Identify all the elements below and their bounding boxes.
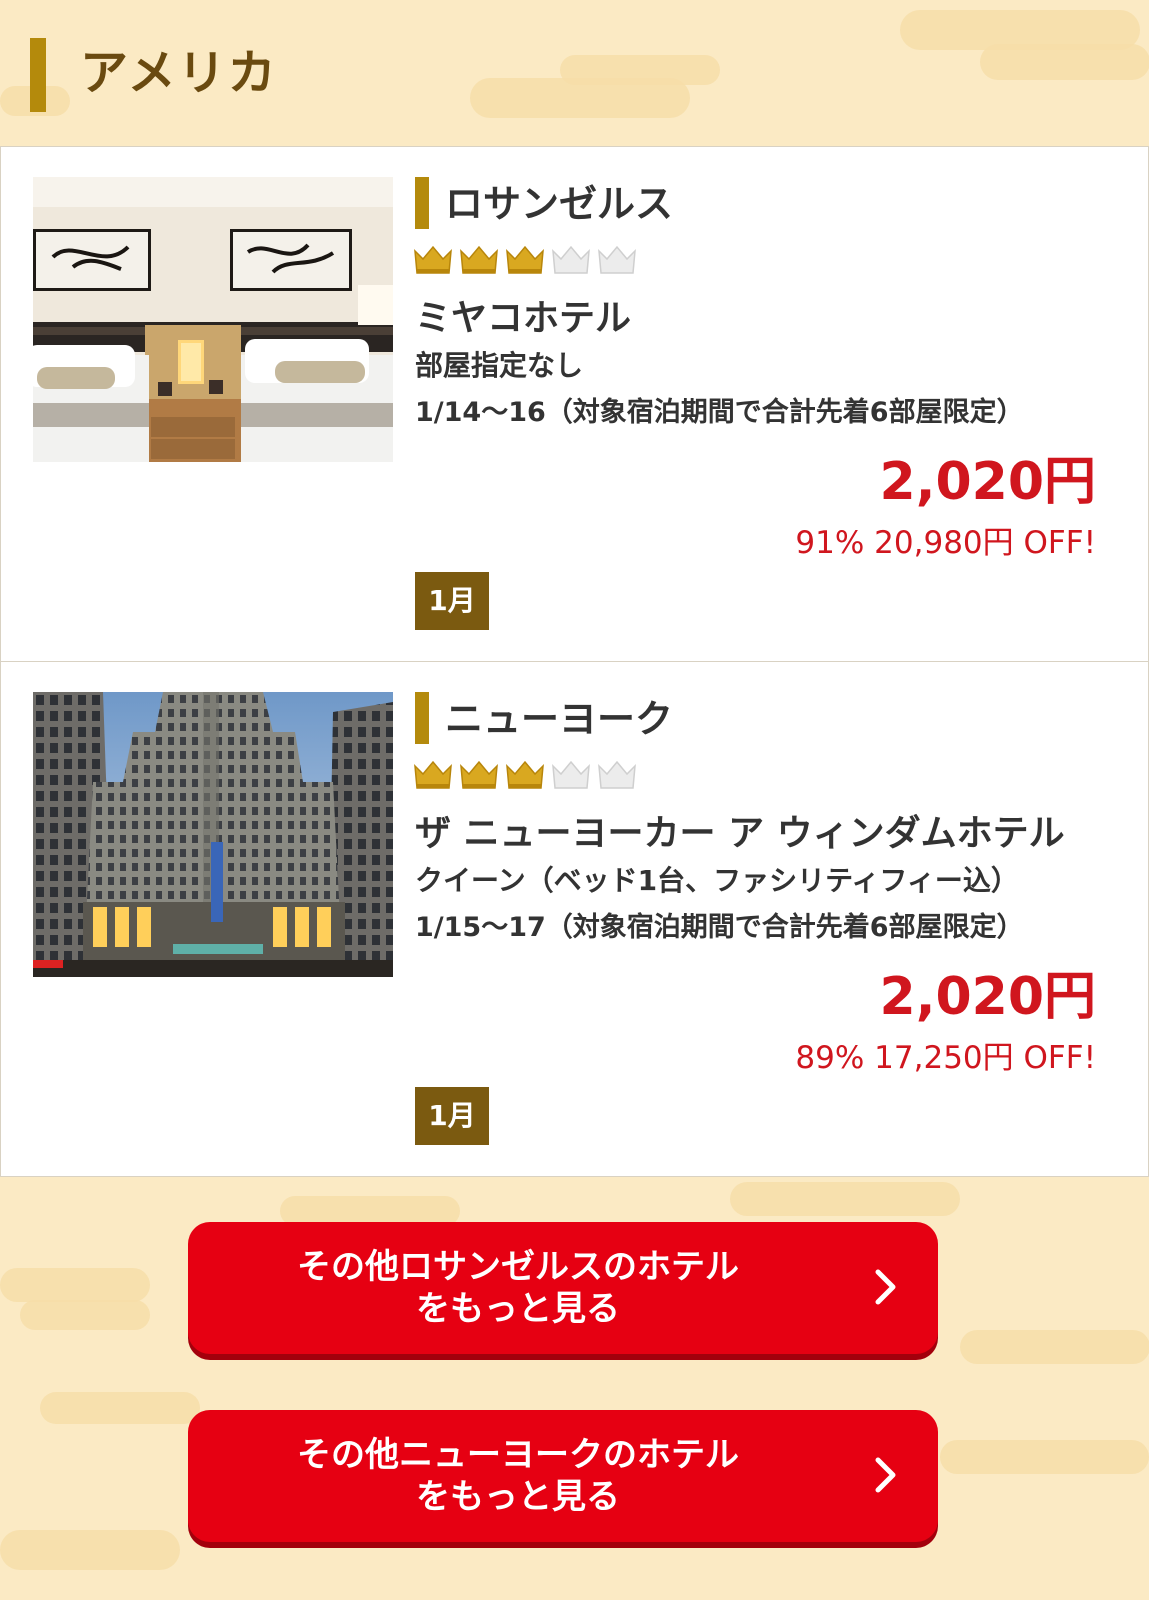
section-header: アメリカ <box>0 0 1149 146</box>
month-badge: 1月 <box>415 572 489 630</box>
section-title: アメリカ <box>80 45 278 101</box>
hotel-building-photo[interactable] <box>33 692 393 977</box>
chevron-right-icon <box>875 1269 896 1305</box>
crown-empty-icon <box>552 245 590 274</box>
crown-empty-icon <box>598 760 636 789</box>
hotel-name[interactable]: ミヤコホテル <box>415 289 631 341</box>
button-label-line2: をもっと見る <box>416 1477 620 1517</box>
hotel-card-los-angeles[interactable]: ロサンゼルス ミヤコホテル 部屋指定なし 1/14〜16（対象宿泊期間で合計先着… <box>0 146 1149 662</box>
button-label-line1: その他ロサンゼルスのホテル <box>297 1247 739 1287</box>
discount-text: 89% 17,250円 OFF! <box>795 1040 1096 1076</box>
hotel-room-photo[interactable] <box>33 177 393 462</box>
crown-filled-icon <box>460 760 498 789</box>
more-los-angeles-hotels-button[interactable]: その他ロサンゼルスのホテル をもっと見る <box>188 1222 938 1354</box>
city-bar <box>415 692 429 744</box>
city-name: ニューヨーク <box>445 697 674 741</box>
crown-empty-icon <box>598 245 636 274</box>
room-type: 部屋指定なし <box>415 349 584 382</box>
discount-text: 91% 20,980円 OFF! <box>795 525 1096 561</box>
price: 2,020円 <box>879 452 1096 512</box>
crown-filled-icon <box>460 245 498 274</box>
stay-dates: 1/14〜16（対象宿泊期間で合計先着6部屋限定） <box>415 397 1024 428</box>
price: 2,020円 <box>879 967 1096 1027</box>
more-new-york-hotels-button[interactable]: その他ニューヨークのホテル をもっと見る <box>188 1410 938 1542</box>
button-label-line1: その他ニューヨークのホテル <box>297 1435 739 1475</box>
crown-filled-icon <box>414 760 452 789</box>
crown-filled-icon <box>414 245 452 274</box>
crown-filled-icon <box>506 760 544 789</box>
city-name: ロサンゼルス <box>445 182 674 226</box>
hotel-name[interactable]: ザ ニューヨーカー ア ウィンダムホテル <box>415 804 1065 856</box>
hotel-card-new-york[interactable]: ニューヨーク ザ ニューヨーカー ア ウィンダムホテル クイーン（ベッド1台、フ… <box>0 661 1149 1177</box>
crown-filled-icon <box>506 245 544 274</box>
button-label: その他ロサンゼルスのホテル をもっと見る <box>188 1246 848 1330</box>
stay-dates: 1/15〜17（対象宿泊期間で合計先着6部屋限定） <box>415 912 1024 943</box>
crown-rating <box>413 243 637 281</box>
section-title-bar <box>30 38 46 112</box>
button-label-line2: をもっと見る <box>416 1289 620 1329</box>
month-badge: 1月 <box>415 1087 489 1145</box>
crown-empty-icon <box>552 760 590 789</box>
crown-rating <box>413 758 637 796</box>
city-bar <box>415 177 429 229</box>
button-label: その他ニューヨークのホテル をもっと見る <box>188 1434 848 1518</box>
chevron-right-icon <box>875 1457 896 1493</box>
room-type: クイーン（ベッド1台、ファシリティフィー込） <box>415 864 1019 897</box>
